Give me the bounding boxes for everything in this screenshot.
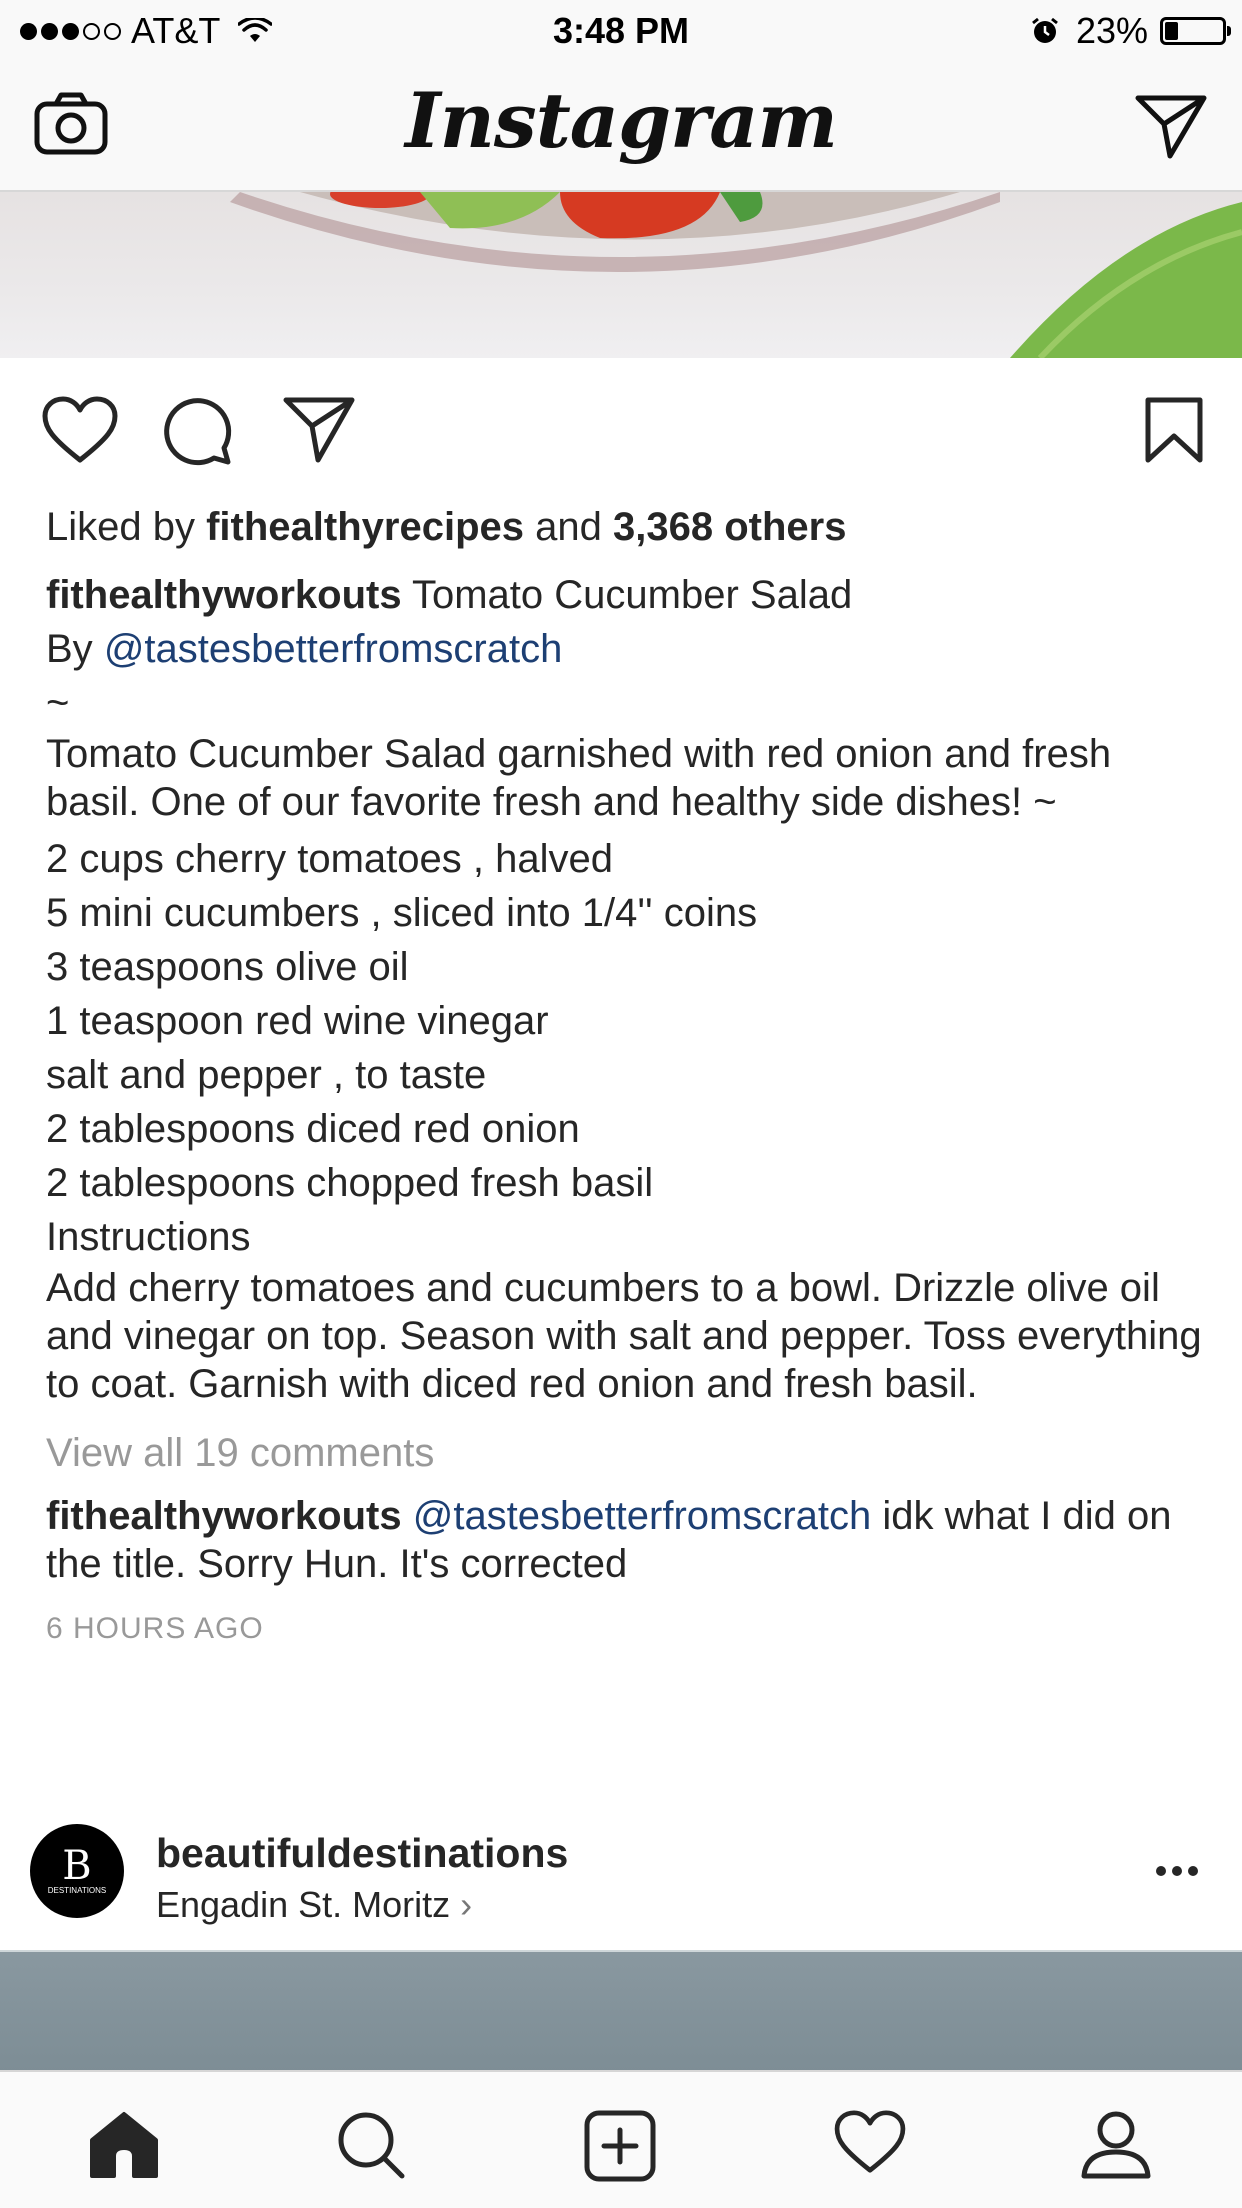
comment-username-link[interactable]: fithealthyworkouts <box>46 1494 402 1538</box>
next-post-location-link[interactable]: Engadin St. Moritz › <box>156 1884 472 1926</box>
chevron-right-icon: › <box>460 1884 473 1925</box>
likes-count-link[interactable]: 3,368 others <box>613 505 846 549</box>
comment-mention-link[interactable]: @tastesbetterfromscratch <box>413 1494 872 1538</box>
ingredient-line: 2 cups cherry tomatoes , halved <box>46 837 613 881</box>
next-post-header: B DESTINATIONS beautifuldestinations Eng… <box>0 1818 1242 1952</box>
ingredient-line: salt and pepper , to taste <box>46 1053 487 1097</box>
top-nav-bar: Instagram <box>0 62 1242 192</box>
ingredient-line: 2 tablespoons chopped fresh basil <box>46 1161 654 1205</box>
direct-message-icon[interactable] <box>1134 94 1208 160</box>
post-photo[interactable] <box>0 192 1242 358</box>
bookmark-icon[interactable] <box>1144 396 1204 464</box>
avatar-logo-letter: B <box>62 1843 92 1889</box>
likes-line: Liked by fithealthyrecipes and 3,368 oth… <box>46 500 1206 554</box>
salad-bowl-image <box>230 192 1242 358</box>
alarm-icon <box>1032 17 1058 43</box>
instructions-text: Add cherry tomatoes and cucumbers to a b… <box>46 1266 1202 1406</box>
status-bar: AT&T 3:48 PM 23% <box>0 0 1242 62</box>
add-post-icon[interactable] <box>584 2110 656 2182</box>
instagram-logo[interactable]: Instagram <box>0 76 1242 165</box>
caption-tilde: ~ <box>46 681 70 725</box>
home-icon[interactable] <box>88 2110 160 2180</box>
instructions-heading: Instructions <box>46 1215 251 1259</box>
comment-icon[interactable] <box>162 396 234 466</box>
caption-by-line: By @tastesbetterfromscratch <box>46 622 1206 676</box>
status-right: 23% <box>1030 10 1231 52</box>
next-post-photo[interactable] <box>0 1950 1242 2072</box>
next-post-username-link[interactable]: beautifuldestinations <box>156 1830 568 1877</box>
comment: fithealthyworkouts @tastesbetterfromscra… <box>46 1492 1206 1588</box>
caption-description: Tomato Cucumber Salad garnished with red… <box>46 732 1112 824</box>
activity-heart-icon[interactable] <box>834 2110 906 2174</box>
caption-title: Tomato Cucumber Salad <box>411 573 853 617</box>
likes-prefix: Liked by <box>46 505 195 549</box>
post-timestamp: 6 HOURS AGO <box>46 1612 264 1645</box>
more-options-icon[interactable] <box>1150 1866 1198 1876</box>
bottom-tab-bar <box>0 2070 1242 2208</box>
caption-mention-link[interactable]: @tastesbetterfromscratch <box>104 627 563 671</box>
caption-title-line: fithealthyworkouts Tomato Cucumber Salad <box>46 568 1206 622</box>
ingredient-line: 5 mini cucumbers , sliced into 1/4'' coi… <box>46 891 758 935</box>
battery-icon <box>1160 17 1231 45</box>
avatar[interactable]: B DESTINATIONS <box>30 1824 124 1918</box>
liked-by-user-link[interactable]: fithealthyrecipes <box>206 505 524 549</box>
location-text: Engadin St. Moritz <box>156 1884 451 1925</box>
ingredient-line: 2 tablespoons diced red onion <box>46 1107 580 1151</box>
battery-percent: 23% <box>1075 10 1148 51</box>
search-icon[interactable] <box>336 2110 406 2180</box>
share-icon[interactable] <box>282 396 356 464</box>
post-details: Liked by fithealthyrecipes and 3,368 oth… <box>46 500 1206 1656</box>
caption-by-prefix: By <box>46 627 93 671</box>
ingredient-line: 3 teaspoons olive oil <box>46 945 409 989</box>
heart-icon[interactable] <box>42 396 118 464</box>
post-action-bar <box>0 396 1242 466</box>
ingredient-line: 1 teaspoon red wine vinegar <box>46 999 549 1043</box>
likes-conjunction: and <box>535 505 602 549</box>
avatar-logo-caption: DESTINATIONS <box>47 1886 107 1895</box>
profile-icon[interactable] <box>1080 2110 1152 2180</box>
caption-username-link[interactable]: fithealthyworkouts <box>46 573 402 617</box>
view-all-comments-link[interactable]: View all 19 comments <box>46 1426 1206 1480</box>
